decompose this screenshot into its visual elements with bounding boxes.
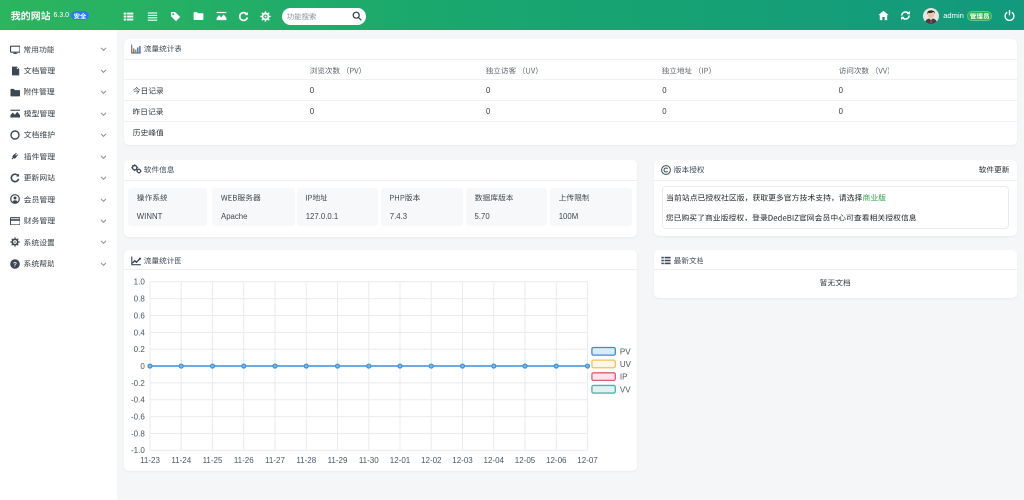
- svg-text:12-06: 12-06: [546, 455, 567, 464]
- svg-text:UV: UV: [620, 360, 632, 369]
- svg-text:12-01: 12-01: [390, 455, 411, 464]
- svg-text:12-03: 12-03: [452, 455, 473, 464]
- svg-text:-0.4: -0.4: [131, 395, 145, 404]
- svg-text:-1.0: -1.0: [131, 446, 145, 455]
- svg-text:PV: PV: [620, 347, 631, 356]
- svg-text:12-02: 12-02: [421, 455, 442, 464]
- svg-text:11-30: 11-30: [359, 455, 379, 464]
- svg-text:0: 0: [140, 362, 145, 371]
- svg-text:11-25: 11-25: [203, 455, 223, 464]
- svg-text:12-07: 12-07: [577, 455, 598, 464]
- svg-text:1.0: 1.0: [134, 277, 146, 286]
- svg-text:-0.6: -0.6: [131, 412, 145, 421]
- svg-text:VV: VV: [620, 385, 631, 394]
- svg-text:11-26: 11-26: [234, 455, 254, 464]
- svg-text:0.6: 0.6: [134, 311, 146, 320]
- svg-text:11-29: 11-29: [328, 455, 348, 464]
- svg-text:IP: IP: [620, 372, 628, 381]
- svg-text:12-05: 12-05: [515, 455, 536, 464]
- svg-text:11-28: 11-28: [296, 455, 316, 464]
- svg-text:-0.8: -0.8: [131, 429, 145, 438]
- svg-text:11-27: 11-27: [265, 455, 285, 464]
- svg-text:0.4: 0.4: [134, 328, 146, 337]
- svg-text:11-24: 11-24: [171, 455, 191, 464]
- svg-text:-0.2: -0.2: [131, 378, 145, 387]
- svg-text:0.2: 0.2: [134, 345, 146, 354]
- svg-text:?: ?: [13, 261, 17, 268]
- svg-text:0.8: 0.8: [134, 294, 146, 303]
- svg-text:11-23: 11-23: [140, 455, 160, 464]
- svg-text:12-04: 12-04: [484, 455, 505, 464]
